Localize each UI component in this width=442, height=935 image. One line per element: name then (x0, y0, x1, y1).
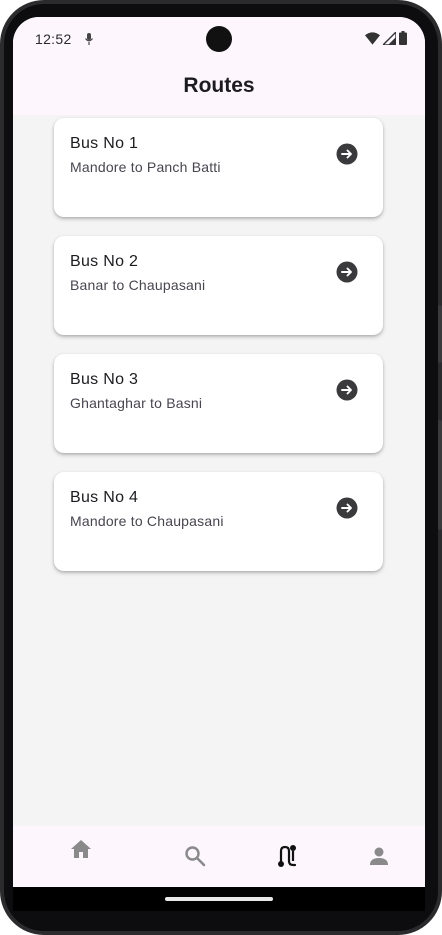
route-icon (278, 844, 297, 867)
home-icon (71, 839, 91, 858)
screen: 12:52 Routes Bus No 1 Mandore to Panch B… (13, 17, 425, 887)
nav-search[interactable] (175, 825, 215, 886)
route-title: Bus No 3 (70, 371, 139, 388)
nav-home[interactable] (61, 818, 101, 879)
battery-icon (399, 31, 407, 45)
wifi-icon (365, 31, 380, 45)
nav-profile[interactable] (359, 825, 399, 886)
route-card-3[interactable]: Bus No 3 Ghantaghar to Basni (54, 354, 383, 453)
route-subtitle: Mandore to Panch Batti (70, 159, 221, 175)
routes-list: Bus No 1 Mandore to Panch Batti Bus No 2… (13, 115, 425, 826)
arrow-circle-right-icon[interactable] (336, 379, 358, 401)
route-card-4[interactable]: Bus No 4 Mandore to Chaupasani (54, 472, 383, 571)
bottom-navigation (13, 826, 425, 887)
mic-icon (85, 33, 93, 45)
arrow-circle-right-icon[interactable] (336, 261, 358, 283)
route-title: Bus No 4 (70, 489, 139, 506)
status-icons (365, 31, 407, 45)
route-subtitle: Banar to Chaupasani (70, 277, 206, 293)
volume-button (438, 420, 442, 530)
page-title: Routes (183, 74, 255, 97)
route-card-2[interactable]: Bus No 2 Banar to Chaupasani (54, 236, 383, 335)
nav-routes[interactable] (267, 825, 307, 886)
arrow-circle-right-icon[interactable] (336, 143, 358, 165)
arrow-circle-right-icon[interactable] (336, 497, 358, 519)
route-title: Bus No 1 (70, 135, 139, 152)
route-subtitle: Ghantaghar to Basni (70, 395, 203, 411)
signal-icon (383, 31, 396, 45)
app-bar: Routes (13, 62, 425, 115)
power-button (438, 305, 442, 363)
status-time: 12:52 (35, 31, 72, 47)
front-camera (206, 26, 232, 52)
gesture-navigation-area (13, 887, 425, 911)
status-bar: 12:52 (13, 17, 425, 62)
route-card-1[interactable]: Bus No 1 Mandore to Panch Batti (54, 118, 383, 217)
home-gesture-bar[interactable] (165, 897, 273, 901)
route-title: Bus No 2 (70, 253, 139, 270)
route-subtitle: Mandore to Chaupasani (70, 513, 224, 529)
phone-frame: 12:52 Routes Bus No 1 Mandore to Panch B… (0, 0, 442, 935)
search-icon (185, 845, 206, 866)
person-icon (370, 847, 388, 865)
